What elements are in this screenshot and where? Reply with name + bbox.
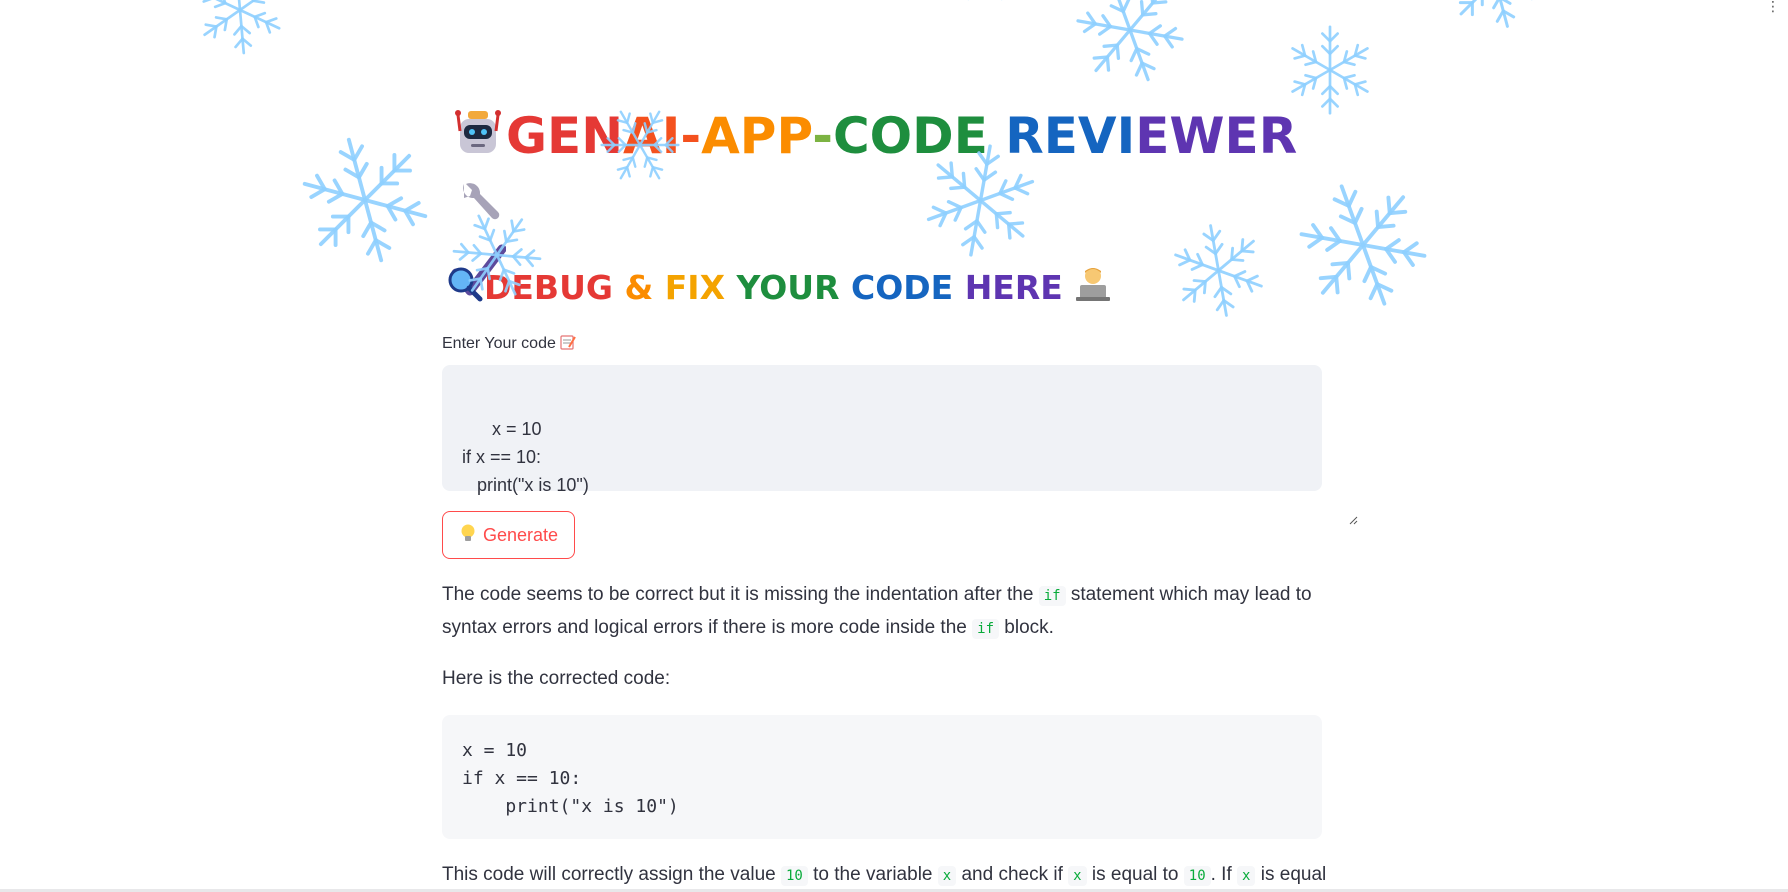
title-word: EWER xyxy=(1135,107,1298,165)
app-page: ⋮ GENAI-APP-CODE REVIEWER DEBUG & FIX YO… xyxy=(0,0,1788,892)
subtitle-word: YOUR xyxy=(725,268,851,307)
inline-code: x xyxy=(1237,866,1256,886)
snowflake-icon xyxy=(1285,25,1375,115)
lightbulb-icon xyxy=(459,523,477,548)
generate-button[interactable]: Generate xyxy=(442,511,576,559)
menu-icon[interactable]: ⋮ xyxy=(1766,0,1780,15)
subtitle-word: CODE xyxy=(850,268,954,307)
title-text: GENAI-APP-CODE REVIEWER xyxy=(506,107,1297,165)
inline-code: x xyxy=(937,866,957,886)
response-paragraph-2: Here is the corrected code: xyxy=(442,668,671,689)
magnifier-icon xyxy=(446,265,484,314)
memo-icon xyxy=(560,335,577,352)
title-word: - xyxy=(812,107,833,165)
inline-code: if xyxy=(1038,586,1066,606)
subtitle-word: DEBUG xyxy=(484,268,613,307)
code-input[interactable]: x = 10 if x == 10: print("x is 10") xyxy=(442,365,1358,525)
response-paragraph-3: This code will correctly assign the valu… xyxy=(442,864,1327,886)
inline-code: 10 xyxy=(1183,866,1211,886)
inline-code: 10 xyxy=(780,866,808,886)
code-block: x = 10 if x == 10: print("x is 10") xyxy=(442,715,1322,839)
snowflake-icon xyxy=(300,135,430,265)
resize-handle-icon[interactable] xyxy=(1308,477,1358,525)
snowflake-icon xyxy=(1445,0,1545,30)
title-word: AI- xyxy=(623,107,702,165)
subtitle-word: FIX xyxy=(664,268,726,307)
wrench-icon xyxy=(450,174,506,243)
section-heading: DEBUG & FIX YOUR CODE HERE xyxy=(446,265,1112,314)
subtitle-word: & xyxy=(612,268,665,307)
snowflake-icon xyxy=(950,0,1020,5)
snowflake-icon xyxy=(1075,0,1185,85)
title-word: APP xyxy=(701,107,813,165)
response-paragraph-1: The code seems to be correct but it is m… xyxy=(442,584,1312,639)
technologist-icon xyxy=(1074,265,1112,314)
inline-code: x xyxy=(1068,866,1087,886)
code-input-label: Enter Your code xyxy=(442,334,577,353)
subtitle-word: HERE xyxy=(953,268,1063,307)
inline-code: if xyxy=(972,619,999,639)
subtitle-text: DEBUG & FIX YOUR CODE HERE xyxy=(484,268,1063,307)
title-word: CODE xyxy=(832,107,988,165)
snowflake-icon xyxy=(195,0,285,55)
title-word: GEN xyxy=(506,107,624,165)
robot-icon xyxy=(450,105,506,174)
title-word: REVI xyxy=(1005,107,1136,165)
title-word xyxy=(988,107,1005,165)
